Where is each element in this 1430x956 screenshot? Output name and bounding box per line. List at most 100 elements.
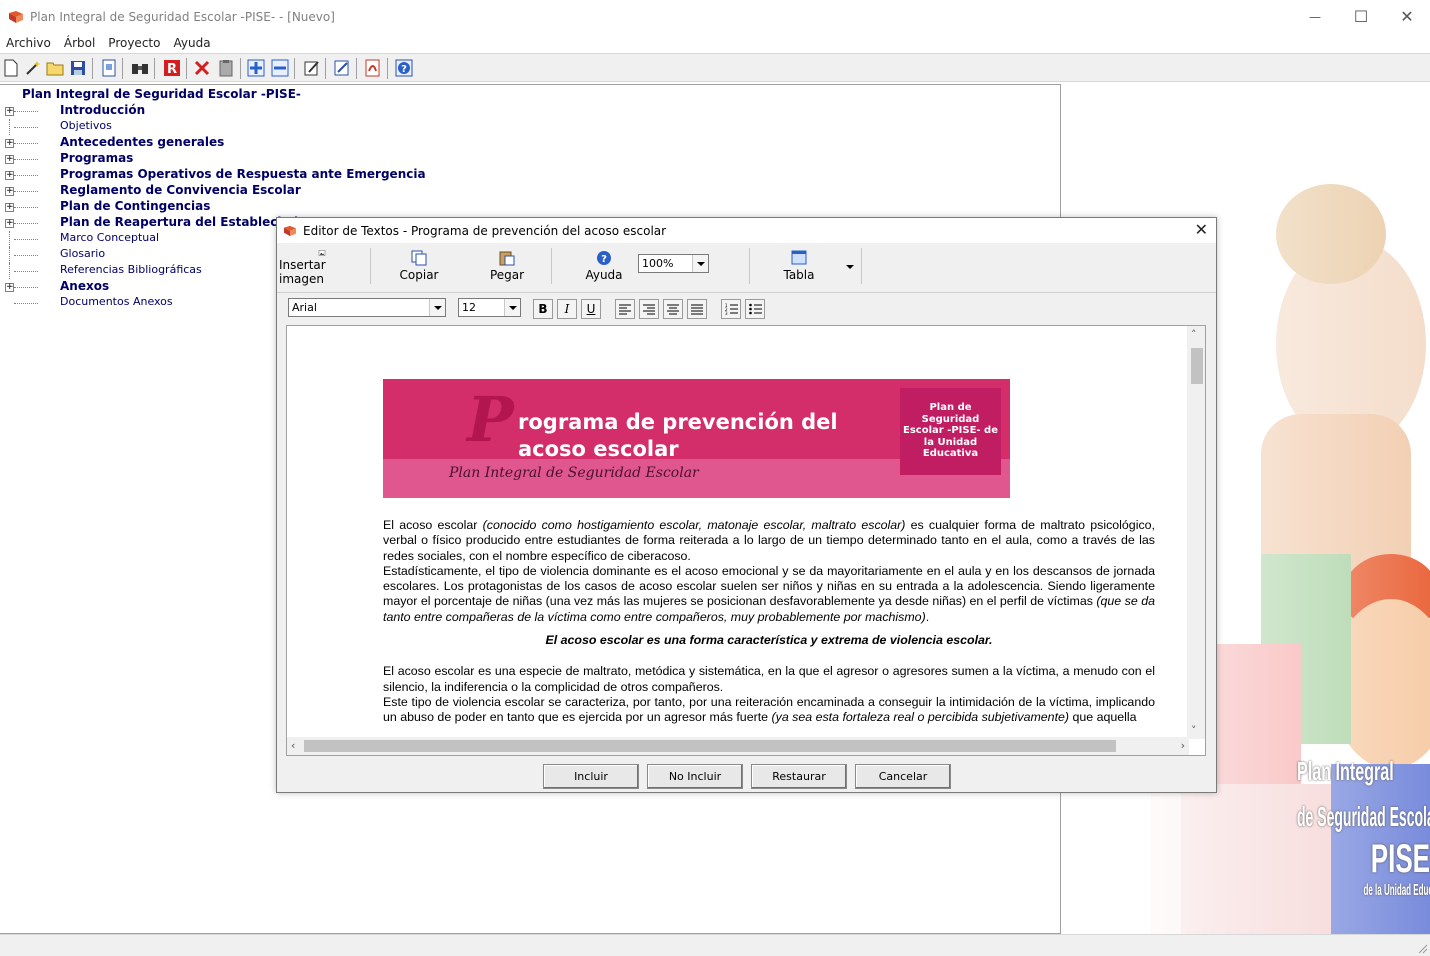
side-art-text: Plan Integral de Seguridad Escolar PISE …: [1297, 756, 1430, 899]
align-left-icon: [619, 304, 631, 314]
tree-root[interactable]: Plan Integral de Seguridad Escolar -PISE…: [22, 87, 301, 101]
justify-button[interactable]: [687, 299, 707, 319]
magic-wand-icon[interactable]: [23, 58, 43, 78]
report-r-icon[interactable]: R: [162, 58, 182, 78]
bullet-list-icon: [748, 303, 762, 315]
pdf-export-icon[interactable]: [363, 58, 383, 78]
open-folder-icon[interactable]: [45, 58, 65, 78]
expand-icon[interactable]: +: [5, 107, 14, 116]
maximize-button[interactable]: ☐: [1338, 0, 1384, 33]
close-window-button[interactable]: ✕: [1384, 0, 1430, 33]
menu-ayuda[interactable]: Ayuda: [167, 36, 217, 50]
paste-button[interactable]: Pegar: [475, 246, 539, 286]
not-include-button[interactable]: No Incluir: [647, 764, 743, 789]
restore-button[interactable]: Restaurar: [751, 764, 847, 789]
expand-icon[interactable]: +: [5, 139, 14, 148]
minimize-icon: —: [1309, 9, 1321, 24]
save-icon[interactable]: [68, 58, 88, 78]
chevron-down-icon[interactable]: [692, 255, 708, 272]
help-icon[interactable]: ?: [394, 58, 414, 78]
font-select[interactable]: Arial: [288, 298, 446, 317]
status-bar: [0, 934, 1430, 956]
dialog-close-button[interactable]: ✕: [1195, 220, 1208, 239]
insert-image-button[interactable]: Insertar imagen: [279, 246, 365, 286]
expand-icon[interactable]: +: [5, 171, 14, 180]
expand-icon[interactable]: +: [5, 283, 14, 292]
align-left-button[interactable]: [615, 299, 635, 319]
tree-item-objetivos[interactable]: Objetivos: [0, 119, 600, 135]
new-file-icon[interactable]: [1, 58, 21, 78]
banner-subtitle: Plan Integral de Seguridad Escolar: [449, 465, 699, 481]
horizontal-scrollbar[interactable]: ‹ ›: [287, 737, 1189, 755]
editor-content-area[interactable]: P rograma de prevención del acoso escola…: [286, 325, 1206, 756]
align-center-button[interactable]: [663, 299, 683, 319]
chevron-down-icon[interactable]: [504, 299, 520, 316]
banner-letter: P: [467, 383, 514, 456]
table-dropdown-icon[interactable]: [845, 260, 855, 269]
paragraph: Estadísticamente, el tipo de violencia d…: [383, 563, 1155, 624]
vertical-scrollbar[interactable]: ˄ ˅: [1187, 326, 1205, 739]
include-button[interactable]: Incluir: [543, 764, 639, 789]
minimize-button[interactable]: —: [1292, 0, 1338, 33]
app-book-icon: [284, 225, 296, 236]
delete-x-icon[interactable]: [192, 58, 212, 78]
chevron-down-icon[interactable]: [429, 299, 445, 316]
paragraph: Este tipo de violencia escolar se caract…: [383, 694, 1155, 725]
justify-icon: [691, 304, 703, 314]
copy-icon: [411, 250, 427, 266]
align-right-button[interactable]: [639, 299, 659, 319]
zoom-select[interactable]: 100%: [638, 254, 709, 273]
scroll-down-icon[interactable]: ˅: [1191, 724, 1197, 737]
scroll-left-icon[interactable]: ‹: [291, 739, 295, 752]
svg-text:?: ?: [601, 254, 607, 265]
scroll-up-icon[interactable]: ˄: [1191, 328, 1197, 341]
tree-item-reglamento[interactable]: + Reglamento de Convivencia Escolar: [0, 183, 600, 199]
cancel-button[interactable]: Cancelar: [855, 764, 951, 789]
scroll-thumb[interactable]: [304, 740, 1116, 752]
add-node-icon[interactable]: [246, 58, 266, 78]
menu-arbol[interactable]: Árbol: [58, 36, 102, 50]
editor-toolbar: Insertar imagen Copiar Pegar ? Ayuda 100…: [277, 244, 1216, 288]
bullet-list-button[interactable]: [745, 299, 765, 319]
preview-icon[interactable]: [99, 58, 119, 78]
expand-icon[interactable]: +: [5, 203, 14, 212]
highlight-sentence: El acoso escolar es una forma caracterís…: [545, 633, 993, 648]
table-button[interactable]: Tabla: [767, 246, 831, 286]
dialog-title: Editor de Textos - Programa de prevenció…: [303, 223, 667, 238]
edit-text-icon[interactable]: [332, 58, 352, 78]
scroll-right-icon[interactable]: ›: [1181, 739, 1185, 752]
clipboard-icon[interactable]: [216, 58, 236, 78]
copy-button[interactable]: Copiar: [387, 246, 451, 286]
edit-node-icon[interactable]: [302, 58, 322, 78]
svg-text:R: R: [167, 62, 177, 77]
close-icon: ✕: [1400, 7, 1414, 26]
banner-title: rograma de prevención del acoso escolar: [518, 410, 838, 461]
tree-item-programas[interactable]: + Programas: [0, 151, 600, 167]
search-binoculars-icon[interactable]: [130, 58, 150, 78]
menu-archivo[interactable]: Archivo: [0, 36, 58, 50]
help-button[interactable]: ? Ayuda: [573, 246, 635, 286]
expand-icon[interactable]: +: [5, 155, 14, 164]
align-right-icon: [643, 304, 655, 314]
expand-icon[interactable]: +: [5, 219, 14, 228]
menu-proyecto[interactable]: Proyecto: [102, 36, 167, 50]
expand-icon[interactable]: +: [5, 187, 14, 196]
tree-item-contingencias[interactable]: + Plan de Contingencias: [0, 199, 600, 215]
tree-item-antecedentes[interactable]: + Antecedentes generales: [0, 135, 600, 151]
numbered-list-button[interactable]: 123: [721, 299, 741, 319]
dialog-titlebar: Editor de Textos - Programa de prevenció…: [277, 218, 1216, 243]
italic-button[interactable]: I: [557, 299, 577, 319]
svg-text:?: ?: [401, 64, 407, 75]
resize-grip-icon[interactable]: [1416, 942, 1428, 954]
tree-item-programas-operativos[interactable]: + Programas Operativos de Respuesta ante …: [0, 167, 600, 183]
remove-node-icon[interactable]: [270, 58, 290, 78]
bold-button[interactable]: B: [533, 299, 553, 319]
insert-image-icon: [318, 250, 326, 256]
scroll-thumb[interactable]: [1191, 348, 1203, 384]
table-icon: [791, 250, 807, 265]
app-titlebar: Plan Integral de Seguridad Escolar -PISE…: [0, 0, 1430, 33]
tree-item-introduccion[interactable]: + Introducción: [0, 103, 600, 119]
underline-button[interactable]: U: [581, 299, 601, 319]
paragraph: El acoso escolar (conocido como hostigam…: [383, 518, 1155, 563]
font-size-select[interactable]: 12: [458, 298, 521, 317]
